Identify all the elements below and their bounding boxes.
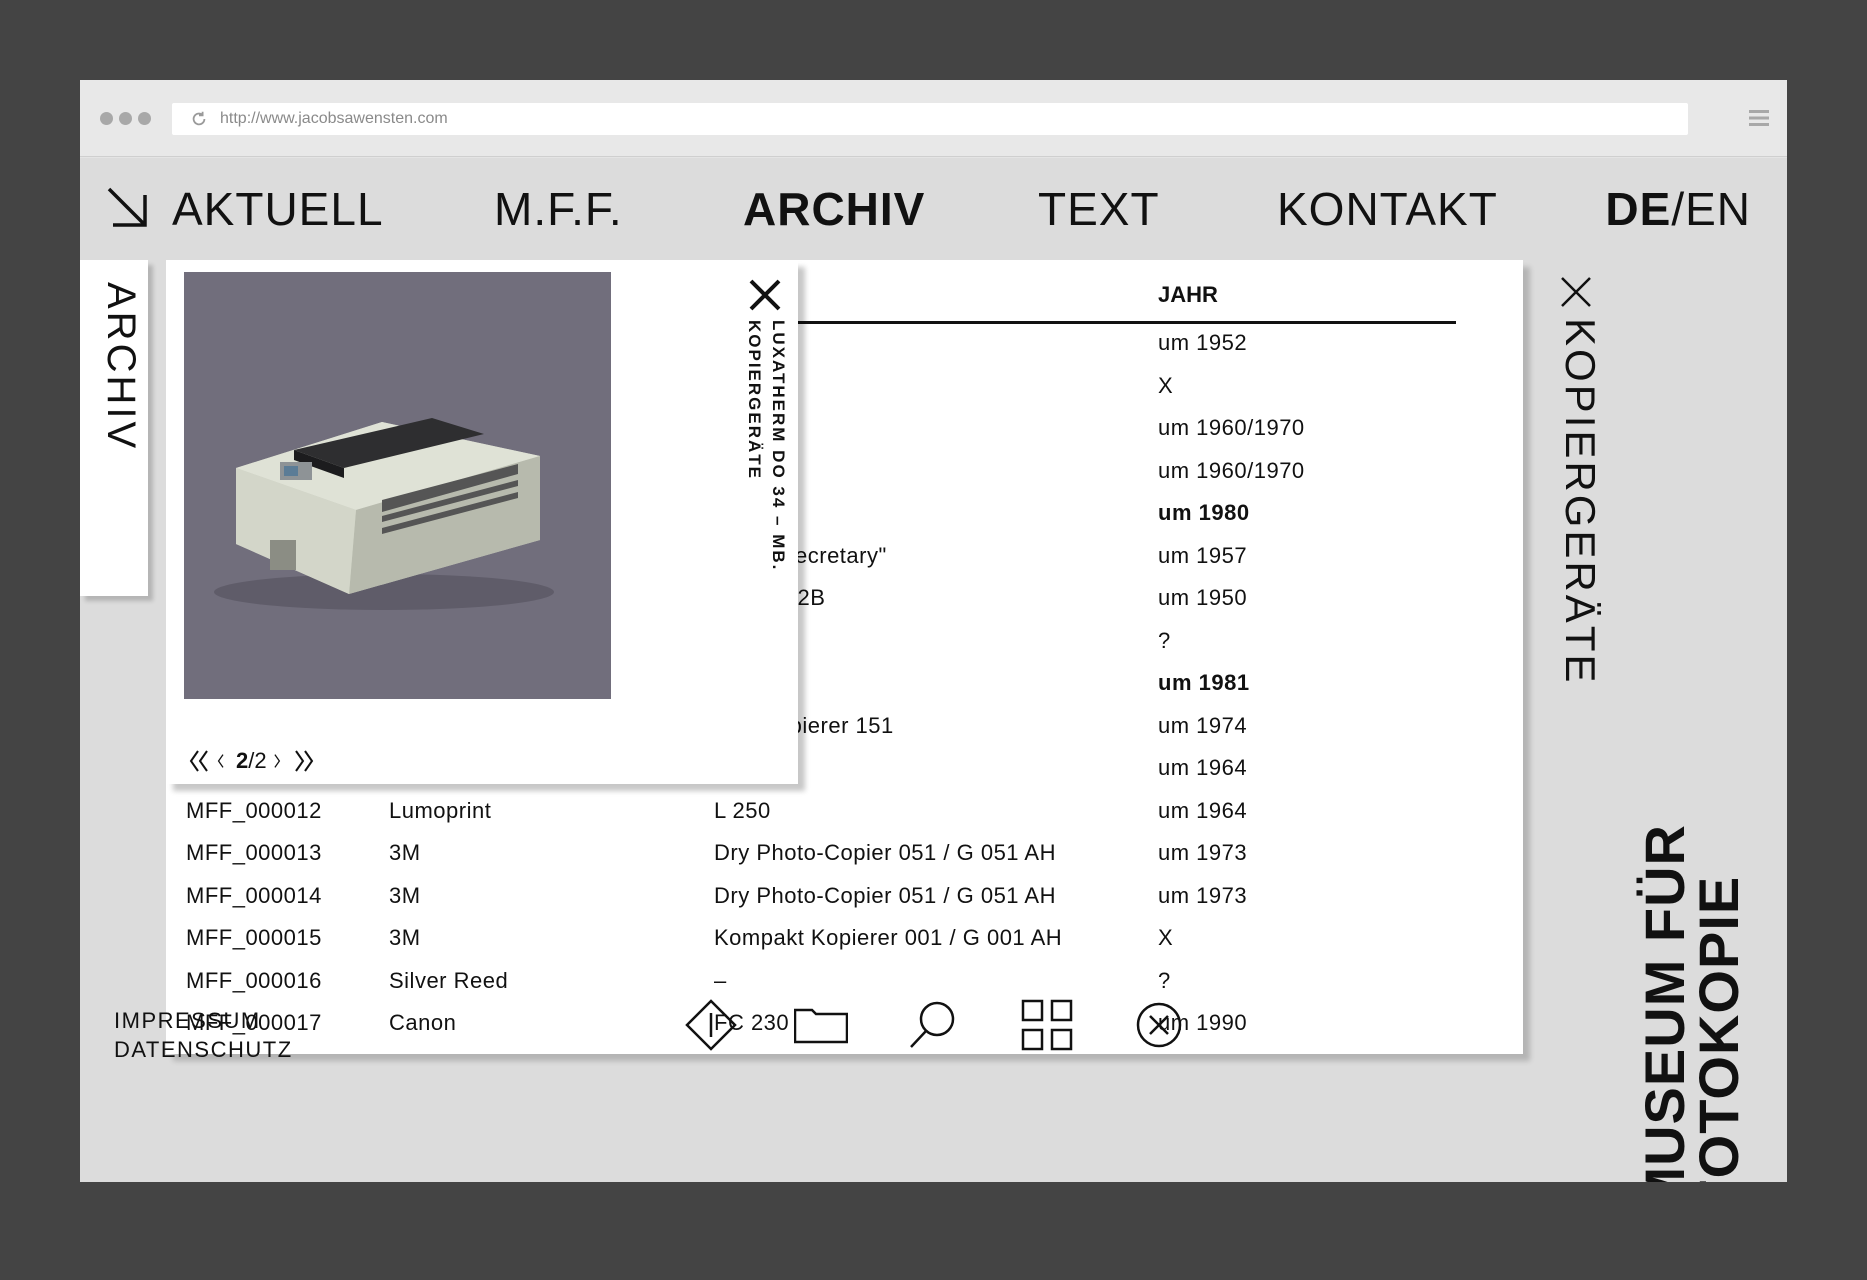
table-row[interactable]: MFF_000012 Lumoprint L 250 um 1964	[166, 798, 1456, 840]
reload-icon[interactable]	[190, 110, 208, 128]
archive-tab-label: ARCHIV	[99, 282, 143, 452]
window-dot-icon[interactable]	[138, 112, 151, 125]
cell-id: MFF_000014	[186, 882, 322, 908]
cell-maker: 3M	[389, 925, 421, 950]
logo-text: MUSEUM FÜR FOTOKOPIE	[1633, 824, 1750, 1182]
cell-year: um 1973	[1158, 840, 1248, 865]
first-page-icon[interactable]	[188, 748, 210, 774]
cell-year: X	[1158, 372, 1174, 398]
cell-year: ?	[1158, 967, 1171, 993]
detail-title: LUXATHERM DO 34 – MB. KOPIERGERÄTE	[742, 320, 790, 571]
object-title: LUXATHERM DO 34 – MB.	[769, 320, 788, 572]
column-header-year[interactable]: JAHR	[1158, 282, 1218, 308]
cell-year: um 1980	[1158, 500, 1250, 525]
lang-de[interactable]: DE	[1605, 183, 1671, 235]
cell-maker: Canon	[389, 1010, 457, 1035]
object-photo	[184, 272, 611, 699]
cell-maker: 3M	[389, 840, 421, 865]
lang-en[interactable]: EN	[1685, 183, 1751, 235]
cell-model: –	[714, 967, 727, 993]
page-current: 2	[236, 748, 249, 773]
cell-year: um 1957	[1158, 542, 1248, 568]
last-page-icon[interactable]	[293, 748, 315, 774]
archive-side-tab[interactable]: ARCHIV	[80, 260, 148, 596]
cell-id: MFF_000015	[186, 925, 322, 950]
nav-item-kontakt[interactable]: KONTAKT	[1277, 182, 1498, 236]
cell-year: um 1952	[1158, 330, 1248, 355]
cell-year: um 1964	[1158, 797, 1248, 823]
cell-year: um 1974	[1158, 712, 1248, 738]
datenschutz-link[interactable]: DATENSCHUTZ	[114, 1035, 293, 1064]
browser-chrome: http://www.jacobsawensten.com	[80, 80, 1787, 157]
logo-line-1: MUSEUM FÜR	[1633, 824, 1696, 1182]
browser-window: http://www.jacobsawensten.com AKTUELL M.…	[80, 80, 1787, 1182]
cell-model: Dry Photo-Copier 051 / G 051 AH	[714, 882, 1056, 908]
cell-year: um 1981	[1158, 670, 1250, 695]
window-dot-icon[interactable]	[100, 112, 113, 125]
folder-icon[interactable]	[794, 998, 848, 1052]
cell-model: L 250	[714, 797, 771, 823]
cell-id: MFF_000016	[186, 967, 322, 993]
cell-year: um 1960/1970	[1158, 415, 1305, 440]
cell-model: Kompakt Kopierer 001 / G 001 AH	[714, 925, 1063, 950]
cell-year: um 1950	[1158, 585, 1248, 610]
window-dot-icon[interactable]	[119, 112, 132, 125]
cell-model: Dry Photo-Copier 051 / G 051 AH	[714, 840, 1056, 865]
detail-popup: 2/2 LUXATHERM DO 34 – MB. KOPIERGERÄTE	[166, 260, 798, 784]
close-icon[interactable]	[1560, 276, 1592, 308]
window-controls	[100, 112, 151, 125]
nav-item-archiv[interactable]: ARCHIV	[743, 182, 925, 236]
cell-maker: Silver Reed	[389, 967, 509, 993]
logo-line-2: FOTOKOPIE	[1687, 875, 1750, 1182]
cell-id: MFF_000013	[186, 840, 322, 865]
next-page-icon[interactable]	[273, 748, 287, 774]
footer-links: IMPRESSUM DATENSCHUTZ	[114, 1006, 293, 1064]
cell-maker: 3M	[389, 882, 421, 908]
page: AKTUELL M.F.F. ARCHIV TEXT KONTAKT DE/EN…	[80, 158, 1787, 1182]
lang-separator: /	[1671, 183, 1686, 235]
nav-item-text[interactable]: TEXT	[1038, 182, 1160, 236]
cell-year: um 1973	[1158, 882, 1248, 908]
cell-year: ?	[1158, 627, 1171, 653]
arrow-down-right-icon[interactable]	[105, 185, 151, 231]
cell-year: um 1964	[1158, 755, 1248, 780]
table-row[interactable]: MFF_000015 3M Kompakt Kopierer 001 / G 001…	[166, 925, 1456, 967]
table-row[interactable]: MFF_000013 3M Dry Photo-Copier 051 / G 051…	[166, 840, 1456, 882]
url-bar[interactable]: http://www.jacobsawensten.com	[172, 103, 1688, 135]
cell-maker: Lumoprint	[389, 797, 492, 823]
table-row[interactable]: MFF_000014 3M Dry Photo-Copier 051 / G 051…	[166, 883, 1456, 925]
copier-illustration	[214, 418, 554, 610]
nav-item-aktuell[interactable]: AKTUELL	[172, 182, 384, 236]
main-nav: AKTUELL M.F.F. ARCHIV TEXT KONTAKT DE/EN	[80, 158, 1787, 258]
menu-icon[interactable]	[1749, 108, 1769, 128]
impressum-link[interactable]: IMPRESSUM	[114, 1006, 293, 1035]
url-text[interactable]: http://www.jacobsawensten.com	[220, 110, 448, 128]
search-icon[interactable]	[906, 998, 960, 1052]
close-detail-icon[interactable]	[748, 278, 782, 312]
image-pager: 2/2	[188, 746, 315, 776]
grid-icon[interactable]	[1020, 998, 1074, 1052]
category-label: KOPIERGERÄTE	[1557, 318, 1604, 686]
cell-year: um 1960/1970	[1158, 457, 1305, 483]
previous-page-icon[interactable]	[216, 748, 230, 774]
page-total: 2	[254, 748, 267, 773]
object-category: KOPIERGERÄTE	[745, 320, 764, 481]
cell-year: X	[1158, 925, 1174, 950]
nav-item-mff[interactable]: M.F.F.	[494, 182, 623, 236]
info-diamond-icon[interactable]	[684, 998, 738, 1052]
page-indicator: 2/2	[236, 748, 267, 774]
language-switch: DE/EN	[1605, 182, 1751, 236]
museum-logo[interactable]: MUSEUM FÜR FOTOKOPIE	[1633, 824, 1750, 1182]
close-circle-icon[interactable]	[1132, 998, 1186, 1052]
cell-id: MFF_000012	[186, 797, 322, 823]
